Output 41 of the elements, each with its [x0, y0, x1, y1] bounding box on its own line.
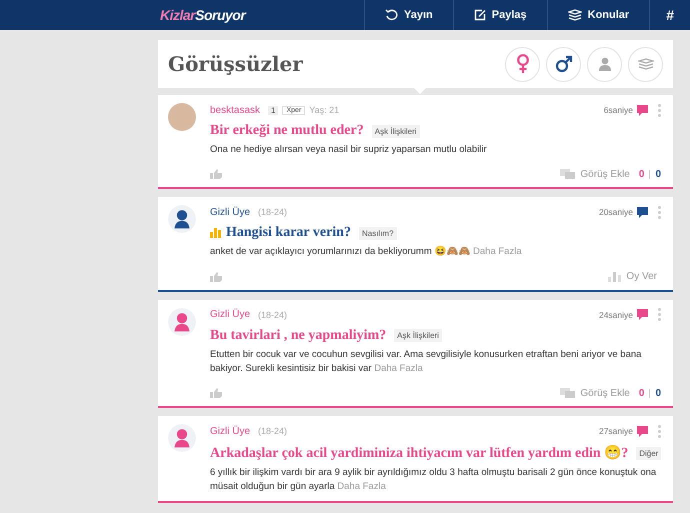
author-name[interactable]: Gizli Üye: [210, 426, 250, 436]
topic-tag[interactable]: Nasılım?: [358, 226, 397, 240]
topic-tag[interactable]: Aşk İlişkileri: [394, 329, 442, 342]
author-age: (18-24): [258, 426, 288, 436]
opinion-count: 0: [655, 168, 661, 180]
read-more-link[interactable]: Daha Fazla: [374, 362, 423, 374]
add-opinion-link[interactable]: Görüş Ekle: [580, 168, 630, 180]
read-more-link[interactable]: Daha Fazla: [473, 246, 522, 258]
opinion-count: 0: [655, 388, 661, 398]
add-opinion-link[interactable]: Görüş Ekle: [580, 388, 630, 398]
author-age: (18-24): [258, 207, 288, 218]
nav-link[interactable]: Yayın: [364, 0, 453, 30]
page-title: Görüşsüzler: [168, 52, 303, 76]
opinion-count: 0: [638, 388, 644, 398]
question-text: Ona ne hediye alırsan veya nasil bir supriz yaparsan mutlu olabilir: [210, 143, 488, 157]
author-name[interactable]: besktasask: [210, 104, 260, 116]
question-text: anket de var açıklayıcı yorumlarınızı da bekliyorumm 😆🙈🙈 Daha Fazla: [210, 245, 523, 260]
author-name[interactable]: Gizli Üye: [210, 309, 250, 320]
nav-link[interactable]: #: [649, 0, 690, 30]
nav-link[interactable]: Konular: [546, 0, 650, 30]
question-text: 6 yıllık bir ilişkim vardı bir ara 9 aylik bir ayrıldığımız oldu 3 hafta olmuştu barisali 2 gün önce konuştuk ona müsait olduğun bir gün ayarla Daha Fazla: [210, 466, 658, 494]
time-ago: 20saniye: [598, 207, 633, 218]
read-more-link[interactable]: Daha Fazla: [337, 481, 386, 492]
question-title[interactable]: Bu tavirlari , ne yapmaliyim?: [210, 328, 386, 344]
author-age: (18-24): [258, 310, 288, 320]
question-title[interactable]: Hangisi karar verin?: [226, 225, 351, 242]
time-ago: 27saniye: [598, 426, 633, 436]
topic-tag[interactable]: Aşk İlişkileri: [372, 124, 420, 138]
question-text: Etutten bir cocuk var ve cocuhun sevgilisi var. Ama sevgilisiyle konusurken etraftan beni ariyor ve bana bakiyor. Surekli kesintisiz bir bakisi var Daha Fazla: [210, 348, 642, 376]
topic-tag[interactable]: Diğer: [636, 446, 662, 460]
vote-link[interactable]: Oy Ver: [626, 271, 657, 282]
author-name[interactable]: Gizli Üye: [210, 206, 250, 218]
time-ago: 6saniye: [604, 105, 633, 115]
level-number: 1: [268, 106, 278, 114]
site-logo[interactable]: KizlarSoruyor: [160, 7, 246, 23]
author-age: Yaş: 21: [309, 105, 340, 115]
question-title[interactable]: Bir erkeği ne mutlu eder?: [210, 123, 364, 139]
time-ago: 24saniye: [598, 310, 633, 320]
question-title[interactable]: Arkadaşlar çok acil yardiminiza ihtiyacım var lütfen yardım edin 😁?: [210, 444, 628, 462]
nav-link[interactable]: Paylaş: [452, 0, 547, 30]
opinion-count: 0: [638, 168, 644, 180]
